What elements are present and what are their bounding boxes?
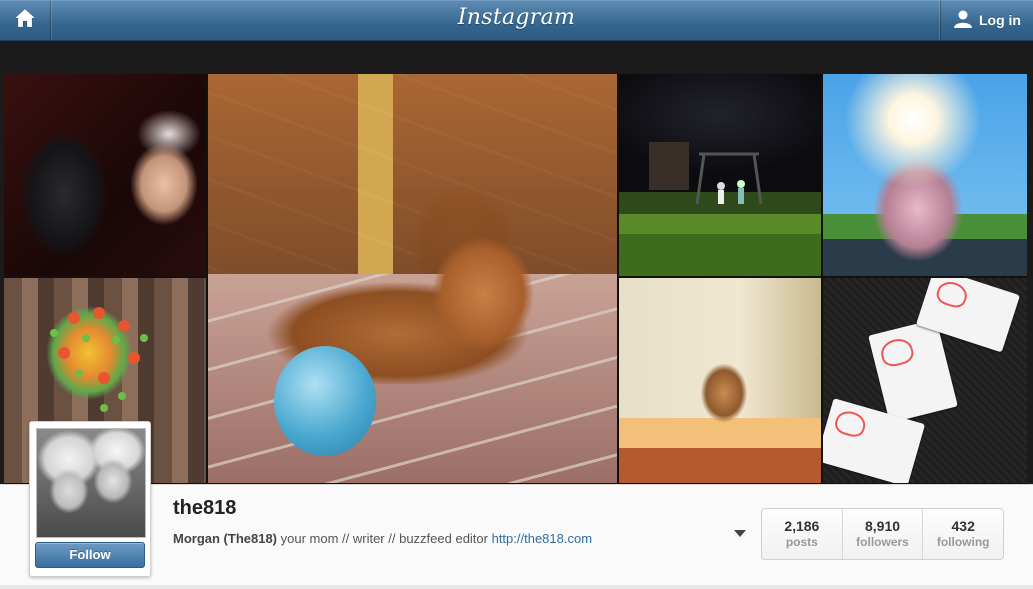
top-navigation-bar: Instagram Log in bbox=[0, 0, 1033, 41]
website-link[interactable]: http://the818.com bbox=[492, 531, 592, 546]
login-button[interactable]: Log in bbox=[940, 0, 1033, 40]
photo-dog-window[interactable] bbox=[619, 278, 821, 483]
user-icon bbox=[953, 10, 973, 31]
stat-following[interactable]: 432 following bbox=[923, 509, 1003, 559]
photo-girl-sunlight[interactable] bbox=[823, 74, 1027, 276]
photo-dog-with-blue-ball[interactable] bbox=[208, 74, 617, 483]
valentine-card bbox=[868, 318, 958, 424]
username: the818 bbox=[173, 497, 237, 519]
bio-text: your mom // writer // buzzfeed editor bbox=[277, 531, 492, 546]
follow-button[interactable]: Follow bbox=[35, 542, 145, 568]
stat-value: 8,910 bbox=[864, 518, 901, 534]
profile-bio: Morgan (The818) your mom // writer // bu… bbox=[173, 531, 592, 546]
avatar-frame: Follow bbox=[29, 421, 151, 577]
profile-stats: 2,186 posts 8,910 followers 432 followin… bbox=[761, 508, 1004, 560]
stat-label: followers bbox=[856, 535, 909, 549]
photo-night-playground[interactable] bbox=[619, 74, 821, 276]
chevron-down-icon[interactable] bbox=[734, 530, 746, 537]
photo-valentine-cards[interactable] bbox=[823, 278, 1027, 483]
blue-ball bbox=[274, 346, 376, 456]
stat-value: 2,186 bbox=[784, 518, 820, 534]
instagram-logo[interactable]: Instagram bbox=[0, 5, 1033, 30]
dog-figure bbox=[228, 214, 588, 384]
photo-darth-vader-selfie[interactable] bbox=[4, 74, 206, 276]
stat-followers[interactable]: 8,910 followers bbox=[843, 509, 924, 559]
stat-label: following bbox=[936, 535, 990, 549]
avatar[interactable] bbox=[36, 428, 146, 538]
stat-posts[interactable]: 2,186 posts bbox=[762, 509, 843, 559]
stat-label: posts bbox=[785, 535, 818, 549]
full-name: Morgan (The818) bbox=[173, 531, 278, 546]
login-label: Log in bbox=[979, 12, 1021, 28]
stat-value: 432 bbox=[951, 518, 975, 534]
